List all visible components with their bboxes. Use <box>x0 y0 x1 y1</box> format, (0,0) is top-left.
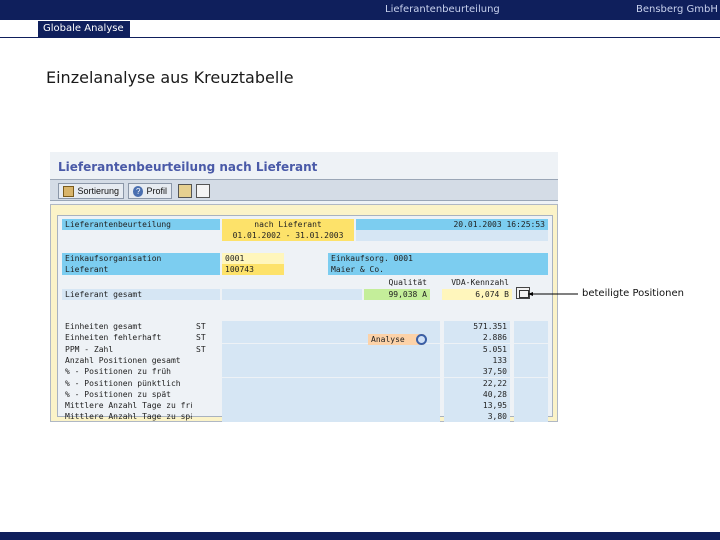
kpi-unit: ST <box>196 322 206 331</box>
kpi-value: 3,80 <box>444 411 510 423</box>
header-label: Lieferantenbeurteilung <box>62 219 220 230</box>
header-center-title: Lieferantenbeurteilung <box>385 4 500 15</box>
kpi-filler <box>222 388 440 400</box>
bottom-bar <box>0 532 720 540</box>
magnifier-icon[interactable] <box>416 334 427 345</box>
vda-value: 6,074 B <box>442 289 512 300</box>
kpi-value: 37,50 <box>444 366 510 378</box>
profile-button[interactable]: ? Profil <box>128 183 172 199</box>
kpi-label: Anzahl Positionen gesamt <box>65 355 181 365</box>
total-label: Lieferant gesamt <box>62 289 220 300</box>
kpi-unit <box>196 389 220 400</box>
kpi-filler-end <box>514 343 548 355</box>
kpi-unit: ST <box>196 333 206 343</box>
kpi-filler <box>222 400 440 412</box>
header-filler <box>356 230 548 241</box>
kpi-label: Mittlere Anzahl Tage zu spät <box>65 412 192 422</box>
kpi-value: 571.351 <box>444 321 510 332</box>
print-icon[interactable] <box>196 184 210 198</box>
kpi-unit <box>196 411 220 422</box>
kpi-unit <box>196 366 220 377</box>
kpi-filler <box>222 411 440 423</box>
kpi-filler-end <box>514 411 548 423</box>
supplier-name: Maier & Co. <box>328 264 548 275</box>
top-bar: Lieferantenbeurteilung Bensberg GmbH <box>0 0 720 20</box>
report-title: Lieferantenbeurteilung nach Lieferant <box>58 160 318 174</box>
kpi-filler <box>222 354 440 366</box>
kpi-label: PPM - Zahl <box>65 344 114 354</box>
supplier-value: 100743 <box>222 264 284 275</box>
divider <box>0 37 720 38</box>
kpi-value: 133 <box>444 354 510 366</box>
total-filler <box>222 289 362 300</box>
profile-icon: ? <box>133 185 144 197</box>
header-period: 01.01.2002 - 31.01.2003 <box>222 230 354 241</box>
section-tag: Globale Analyse <box>38 21 130 38</box>
page-title: Einzelanalyse aus Kreuztabelle <box>46 68 294 87</box>
kpi-filler-end <box>514 400 548 412</box>
kpi-unit <box>196 378 220 389</box>
profile-button-label: Profil <box>146 186 167 196</box>
kpi-filler <box>222 321 440 332</box>
quality-value: 99,038 A <box>364 289 430 300</box>
kpi-filler-end <box>514 377 548 389</box>
kpi-label: % - Positionen zu früh <box>65 367 171 377</box>
org-value: 0001 <box>222 253 284 264</box>
vda-header: VDA-Kennzahl <box>451 278 509 287</box>
kpi-filler-end <box>514 321 548 332</box>
report-inner: Lieferantenbeurteilung nach Lieferant 01… <box>57 215 553 423</box>
kpi-filler <box>222 377 440 389</box>
callout-arrow <box>528 292 578 296</box>
kpi-label: Einheiten fehlerhaft <box>65 333 162 343</box>
kpi-filler-end <box>514 388 548 400</box>
kpi-filler-end <box>514 366 548 378</box>
kpi-unit <box>196 355 220 366</box>
kpi-value: 5.051 <box>444 343 510 355</box>
supplier-label: Lieferant <box>62 264 220 275</box>
kpi-filler <box>222 366 440 378</box>
kpi-unit <box>196 400 220 411</box>
kpi-value: 13,95 <box>444 400 510 412</box>
header-timestamp: 20.01.2003 16:25:53 <box>356 219 548 230</box>
report-panel: Lieferantenbeurteilung nach Lieferant 01… <box>50 204 558 423</box>
kpi-label: Mittlere Anzahl Tage zu früh <box>65 401 192 411</box>
kpi-value: 22,22 <box>444 377 510 389</box>
kpi-filler <box>222 343 440 355</box>
report-toolbar: Sortierung ? Profil <box>50 179 558 201</box>
kpi-filler-end <box>514 354 548 366</box>
kpi-label: Einheiten gesamt <box>65 322 143 331</box>
callout-label: beteiligte Positionen <box>582 288 684 299</box>
quality-header: Qualität <box>388 278 427 287</box>
section-bar: Globale Analyse <box>0 20 720 38</box>
org-name: Einkaufsorg. 0001 <box>328 253 548 264</box>
kpi-filler-end <box>514 332 548 344</box>
layout-icon[interactable] <box>178 184 192 198</box>
sort-icon <box>63 185 75 197</box>
sort-button-label: Sortierung <box>77 186 119 196</box>
kpi-value: 2.886 <box>444 332 510 344</box>
kpi-value: 40,28 <box>444 388 510 400</box>
kpi-label: % - Positionen zu spät <box>65 389 171 399</box>
org-label: Einkaufsorganisation <box>62 253 220 264</box>
header-company: Bensberg GmbH <box>636 4 718 15</box>
kpi-unit: ST <box>196 344 206 354</box>
kpi-label: % - Positionen pünktlich <box>65 378 181 388</box>
sort-button[interactable]: Sortierung <box>58 183 124 199</box>
sap-screenshot: Lieferantenbeurteilung nach Lieferant So… <box>50 152 558 423</box>
header-mode: nach Lieferant <box>222 219 354 230</box>
